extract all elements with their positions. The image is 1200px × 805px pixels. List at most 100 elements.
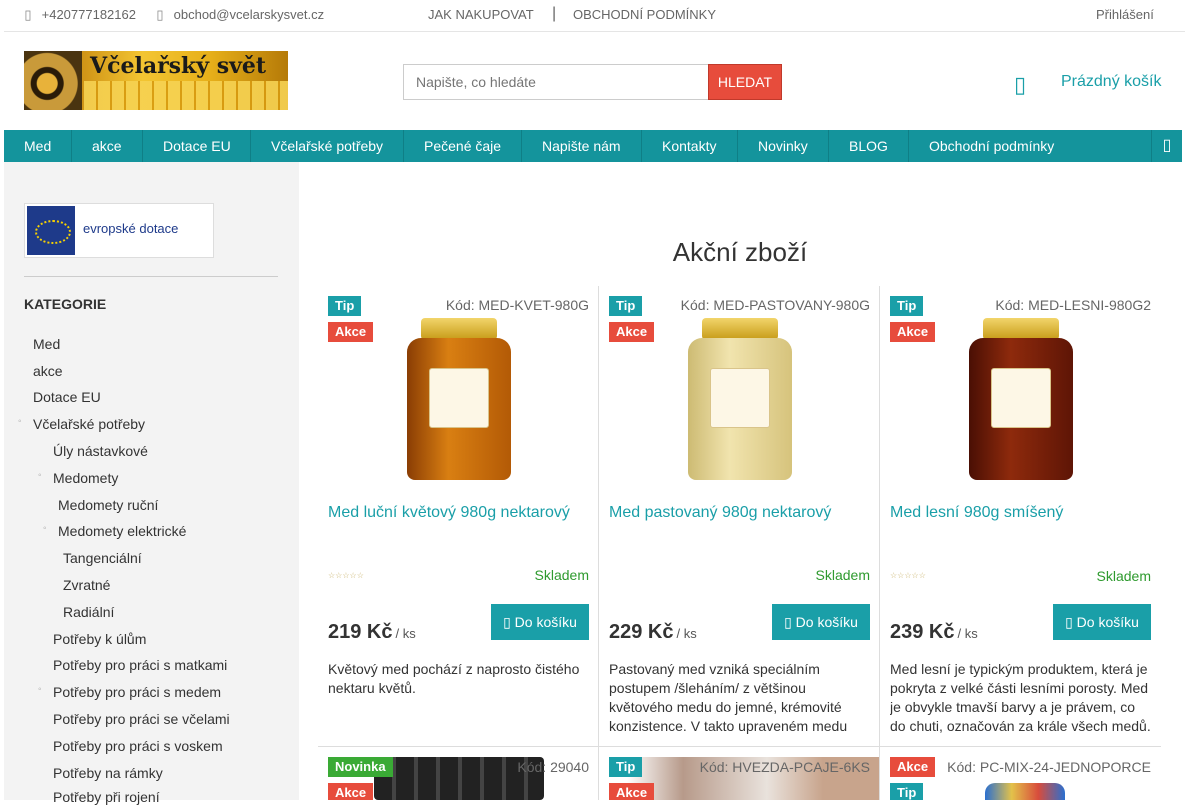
category-vcelarske-potreby[interactable]: ◦ Včelařské potřeby bbox=[18, 416, 145, 432]
bullet-icon: ◦ bbox=[18, 416, 22, 427]
nav-item-kontakty[interactable]: Kontakty bbox=[642, 130, 738, 162]
email-contact[interactable]: ▯ obchod@vcelarskysvet.cz bbox=[154, 7, 324, 23]
search-input[interactable] bbox=[403, 64, 709, 100]
category-potreby-rojeni[interactable]: Potřeby při rojení bbox=[53, 789, 160, 805]
cart-icon: ▯ bbox=[1065, 613, 1073, 630]
category-label: Medomety elektrické bbox=[58, 523, 187, 539]
cart-icon: ▯ bbox=[503, 613, 511, 630]
product-code: Kód: MED-PASTOVANY-980G bbox=[680, 297, 870, 313]
bullet-icon: ◦ bbox=[38, 470, 42, 481]
price-value: 229 Kč bbox=[609, 621, 674, 643]
nav-item-pecene-caje[interactable]: Pečené čaje bbox=[404, 130, 522, 162]
category-tangencialni[interactable]: Tangenciální bbox=[63, 550, 142, 566]
nav-item-blog[interactable]: BLOG bbox=[829, 130, 909, 162]
product-card[interactable]: Tip Akce Kód: HVEZDA-PCAJE-6KS bbox=[599, 747, 880, 800]
bullet-icon: ◦ bbox=[43, 523, 47, 534]
jar-label bbox=[710, 368, 770, 428]
envelope-icon: ▯ bbox=[156, 7, 164, 22]
category-potreby-vcely[interactable]: Potřeby pro práci se včelami bbox=[53, 711, 230, 727]
tip-badge: Tip bbox=[890, 296, 924, 316]
category-potreby-ramky[interactable]: Potřeby na rámky bbox=[53, 765, 163, 781]
product-code: Kód: HVEZDA-PCAJE-6KS bbox=[699, 759, 870, 775]
nav-item-novinky[interactable]: Novinky bbox=[738, 130, 829, 162]
product-code: Kód: PC-MIX-24-JEDNOPORCE bbox=[947, 759, 1151, 775]
nav-label: Včelařské potřeby bbox=[271, 138, 384, 154]
nav-item-obchodni-podminky[interactable]: Obchodní podmínky bbox=[909, 130, 1075, 162]
product-image[interactable] bbox=[985, 783, 1065, 800]
top-separator: | bbox=[552, 5, 557, 22]
category-potreby-k-ulum[interactable]: Potřeby k úlům bbox=[53, 631, 146, 647]
site-logo[interactable]: Včelařský svět bbox=[24, 51, 288, 110]
sidebar: evropské dotace KATEGORIE Med akce Dotac… bbox=[4, 162, 299, 805]
product-image[interactable] bbox=[407, 318, 511, 480]
product-card[interactable]: Novinka Akce Kód: 29040 bbox=[318, 747, 599, 800]
add-to-cart-button[interactable]: ▯ Do košíku bbox=[491, 604, 589, 640]
category-medomety-rucni[interactable]: Medomety ruční bbox=[58, 497, 158, 513]
phone-icon: ▯ bbox=[24, 7, 32, 22]
product-price: 229 Kč / ks bbox=[609, 621, 697, 644]
product-name[interactable]: Med lesní 980g smíšený bbox=[890, 503, 1150, 523]
add-to-cart-button[interactable]: ▯ Do košíku bbox=[1053, 604, 1151, 640]
sale-badge: Akce bbox=[609, 783, 655, 800]
add-to-cart-button[interactable]: ▯ Do košíku bbox=[772, 604, 870, 640]
product-card[interactable]: Tip Akce Kód: MED-LESNI-980G2 Med lesní … bbox=[880, 286, 1161, 746]
category-zvratne[interactable]: Zvratné bbox=[63, 577, 110, 593]
nav-label: Med bbox=[24, 138, 52, 154]
chevron-down-icon[interactable]: ▯ bbox=[1151, 130, 1182, 162]
link-terms[interactable]: OBCHODNÍ PODMÍNKY bbox=[573, 7, 716, 22]
nav-item-med[interactable]: Med bbox=[4, 130, 72, 162]
nav-label: akce bbox=[92, 138, 122, 154]
nav-item-napiste-nam[interactable]: Napište nám bbox=[522, 130, 642, 162]
categories-title: KATEGORIE bbox=[24, 296, 107, 312]
search-form: HLEDAT bbox=[403, 64, 782, 100]
link-how-to-buy[interactable]: JAK NAKUPOVAT bbox=[428, 7, 534, 22]
category-potreby-med[interactable]: ◦ Potřeby pro práci s medem bbox=[38, 684, 221, 700]
price-unit: / ks bbox=[395, 626, 416, 641]
product-description: Květový med pochází z naprosto čistého n… bbox=[328, 661, 580, 696]
category-label: Medomety bbox=[53, 470, 119, 486]
category-potreby-vosk[interactable]: Potřeby pro práci s voskem bbox=[53, 738, 223, 754]
product-price: 219 Kč / ks bbox=[328, 621, 416, 644]
sale-badge: Akce bbox=[890, 322, 936, 342]
category-medomety-elektricke[interactable]: ◦ Medomety elektrické bbox=[43, 523, 187, 539]
buy-label: Do košíku bbox=[1076, 613, 1139, 630]
product-image[interactable] bbox=[969, 318, 1073, 480]
product-description: Pastovaný med vzniká speciálním postupem… bbox=[609, 661, 848, 734]
nav-label: Pečené čaje bbox=[424, 138, 502, 154]
eu-subsidy-banner[interactable]: evropské dotace bbox=[24, 203, 214, 258]
product-card[interactable]: Tip Akce Kód: MED-PASTOVANY-980G Med pas… bbox=[599, 286, 880, 746]
category-radialni[interactable]: Radiální bbox=[63, 604, 114, 620]
login-link[interactable]: Přihlášení bbox=[1096, 7, 1154, 22]
top-bar: ▯ +420777182162 ▯ obchod@vcelarskysvet.c… bbox=[4, 0, 1185, 32]
tip-badge: Tip bbox=[609, 757, 643, 777]
search-button[interactable]: HLEDAT bbox=[708, 64, 782, 100]
product-card[interactable]: Akce Tip Kód: PC-MIX-24-JEDNOPORCE bbox=[880, 747, 1161, 800]
product-name[interactable]: Med pastovaný 980g nektarový bbox=[609, 503, 869, 523]
cart-icon: ▯ bbox=[1014, 72, 1027, 97]
nav-item-akce[interactable]: akce bbox=[72, 130, 143, 162]
jar-lid bbox=[983, 318, 1059, 340]
honeycomb-pattern bbox=[84, 81, 288, 110]
sale-badge: Akce bbox=[328, 322, 374, 342]
category-potreby-matky[interactable]: Potřeby pro práci s matkami bbox=[53, 657, 227, 673]
jar-lid bbox=[702, 318, 778, 340]
category-medomety[interactable]: ◦ Medomety bbox=[38, 470, 119, 486]
email-address[interactable]: obchod@vcelarskysvet.cz bbox=[174, 7, 324, 22]
category-uly-nastavkove[interactable]: Úly nástavkové bbox=[53, 443, 148, 459]
category-dotace-eu[interactable]: Dotace EU bbox=[33, 389, 101, 405]
product-code: Kód: MED-LESNI-980G2 bbox=[995, 297, 1151, 313]
product-name[interactable]: Med luční květový 980g nektarový bbox=[328, 503, 588, 523]
nav-item-dotace-eu[interactable]: Dotace EU bbox=[143, 130, 251, 162]
category-med[interactable]: Med bbox=[33, 336, 60, 352]
product-card[interactable]: Tip Akce Kód: MED-KVET-980G Med luční kv… bbox=[318, 286, 599, 746]
product-image[interactable] bbox=[688, 318, 792, 480]
nav-item-vcelarske-potreby[interactable]: Včelařské potřeby bbox=[251, 130, 404, 162]
phone-number[interactable]: +420777182162 bbox=[42, 7, 136, 22]
nav-label: Kontakty bbox=[662, 138, 717, 154]
cart-label: Prázdný košík bbox=[1061, 73, 1162, 90]
phone-contact[interactable]: ▯ +420777182162 bbox=[22, 7, 136, 23]
category-akce[interactable]: akce bbox=[33, 363, 63, 379]
cart-icon: ▯ bbox=[784, 613, 792, 630]
nav-label: Obchodní podmínky bbox=[929, 138, 1055, 154]
nav-label: Novinky bbox=[758, 138, 808, 154]
